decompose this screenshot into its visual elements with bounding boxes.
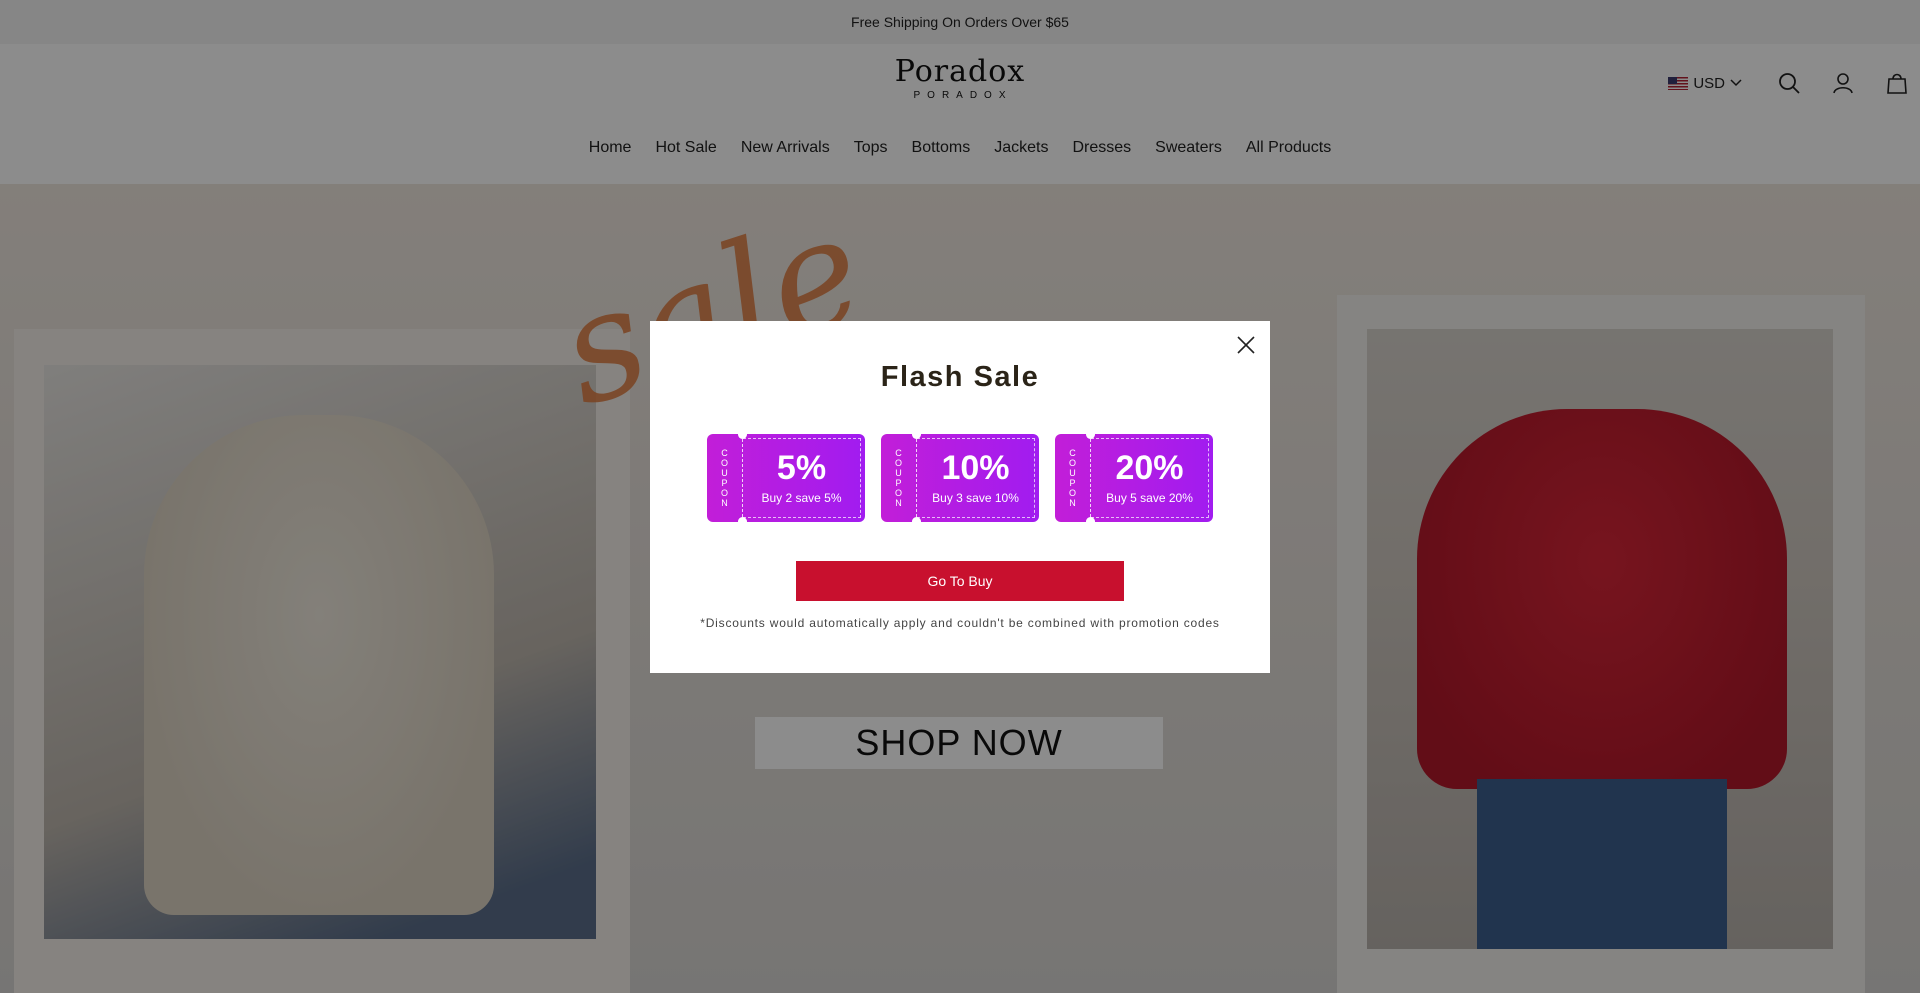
coupon-percent: 20% (1115, 449, 1184, 487)
coupon-list: COUPON 5% Buy 2 save 5% COUPON 10% Buy 3… (707, 434, 1213, 522)
coupon-description: Buy 3 save 10% (932, 491, 1019, 505)
go-to-buy-button[interactable]: Go To Buy (796, 561, 1124, 601)
coupon-stub-text: COUPON (720, 448, 728, 508)
coupon-body: 5% Buy 2 save 5% (743, 438, 861, 518)
coupon-notch-bottom (738, 517, 747, 522)
coupon-description: Buy 2 save 5% (761, 491, 842, 505)
coupon-stub-text: COUPON (1068, 448, 1076, 508)
modal-title: Flash Sale (880, 361, 1040, 393)
modal-close-button[interactable] (1234, 333, 1258, 357)
coupon-card: COUPON 5% Buy 2 save 5% (707, 434, 865, 522)
coupon-stub: COUPON (707, 434, 743, 522)
coupon-percent: 10% (941, 449, 1010, 487)
coupon-body: 10% Buy 3 save 10% (917, 438, 1035, 518)
coupon-stub: COUPON (1055, 434, 1091, 522)
coupon-body: 20% Buy 5 save 20% (1091, 438, 1209, 518)
close-icon (1237, 336, 1255, 354)
coupon-stub-text: COUPON (894, 448, 902, 508)
flash-sale-modal: Flash Sale COUPON 5% Buy 2 save 5% COUPO… (650, 321, 1270, 673)
coupon-notch-bottom (1086, 517, 1095, 522)
coupon-description: Buy 5 save 20% (1106, 491, 1193, 505)
discount-disclaimer: *Discounts would automatically apply and… (700, 616, 1220, 630)
coupon-card: COUPON 20% Buy 5 save 20% (1055, 434, 1213, 522)
coupon-stub: COUPON (881, 434, 917, 522)
coupon-card: COUPON 10% Buy 3 save 10% (881, 434, 1039, 522)
coupon-notch-bottom (912, 517, 921, 522)
coupon-percent: 5% (776, 449, 827, 487)
